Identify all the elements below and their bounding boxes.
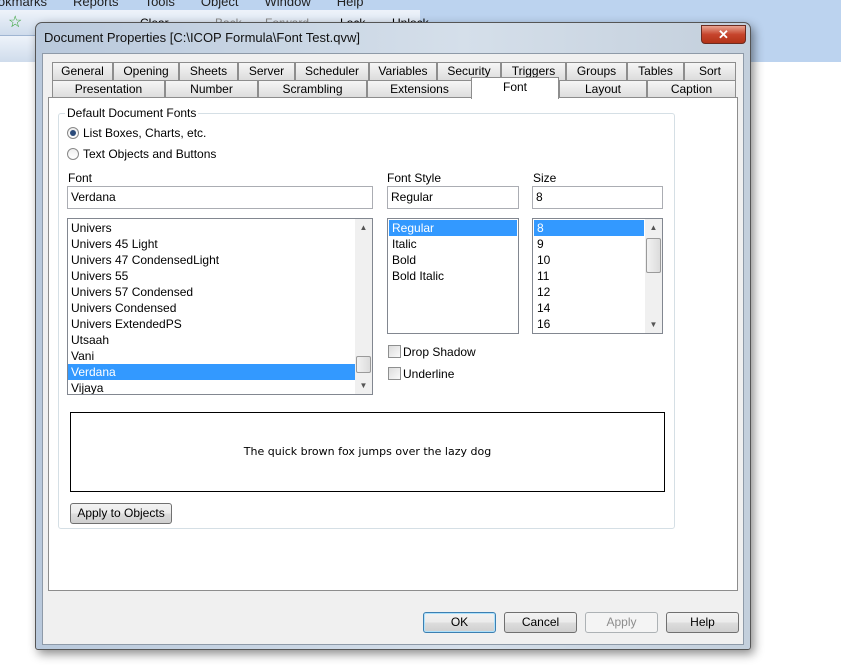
tab-opening[interactable]: Opening xyxy=(113,62,179,80)
star-icon[interactable]: ☆ xyxy=(8,12,22,32)
underline-checkbox[interactable] xyxy=(388,367,401,380)
tab-groups[interactable]: Groups xyxy=(566,62,627,80)
apply-to-objects-button[interactable]: Apply to Objects xyxy=(70,503,172,524)
font-item[interactable]: Univers 57 Condensed xyxy=(68,284,372,300)
radio-list-boxes-label[interactable]: List Boxes, Charts, etc. xyxy=(83,126,206,140)
font-item[interactable]: Univers Condensed xyxy=(68,300,372,316)
drop-shadow-checkbox[interactable] xyxy=(388,345,401,358)
ok-button[interactable]: OK xyxy=(423,612,496,633)
size-item[interactable]: 14 xyxy=(534,300,644,316)
tab-number[interactable]: Number xyxy=(165,80,258,98)
style-item[interactable]: Bold xyxy=(389,252,517,268)
font-style-label: Font Style xyxy=(387,171,442,185)
font-style-input[interactable]: Regular xyxy=(387,186,519,209)
dialog-title: Document Properties [C:\ICOP Formula\Fon… xyxy=(44,30,360,45)
scroll-down-icon[interactable]: ▼ xyxy=(355,377,372,394)
size-list[interactable]: 8 9 10 11 12 14 16 ▲ ▼ xyxy=(532,218,663,334)
scroll-thumb[interactable] xyxy=(356,356,371,373)
size-input[interactable]: 8 xyxy=(532,186,663,209)
tab-scheduler[interactable]: Scheduler xyxy=(295,62,369,80)
font-list[interactable]: Univers Univers 45 Light Univers 47 Cond… xyxy=(67,218,373,395)
underline-label[interactable]: Underline xyxy=(403,367,454,381)
font-item[interactable]: Univers ExtendedPS xyxy=(68,316,372,332)
size-label: Size xyxy=(533,171,557,185)
size-item[interactable]: 16 xyxy=(534,316,644,332)
tab-font[interactable]: Font xyxy=(471,77,559,99)
font-item[interactable]: Utsaah xyxy=(68,332,372,348)
font-style-list[interactable]: Regular Italic Bold Bold Italic xyxy=(387,218,519,334)
font-item[interactable]: Univers 45 Light xyxy=(68,236,372,252)
style-item[interactable]: Bold Italic xyxy=(389,268,517,284)
font-list-scrollbar[interactable]: ▲ ▼ xyxy=(355,219,372,394)
font-item[interactable]: Vani xyxy=(68,348,372,364)
font-item[interactable]: Univers xyxy=(68,220,372,236)
size-item[interactable]: 11 xyxy=(534,268,644,284)
tab-tables[interactable]: Tables xyxy=(627,62,684,80)
tab-extensions[interactable]: Extensions xyxy=(367,80,472,98)
tab-presentation[interactable]: Presentation xyxy=(52,80,165,98)
style-item[interactable]: Italic xyxy=(389,236,517,252)
font-item-selected[interactable]: Verdana xyxy=(68,364,355,380)
menu-help[interactable]: Help xyxy=(337,0,364,9)
font-preview: The quick brown fox jumps over the lazy … xyxy=(70,412,665,492)
menu-reports[interactable]: Reports xyxy=(73,0,119,9)
scroll-up-icon[interactable]: ▲ xyxy=(355,219,372,236)
font-item[interactable]: Univers 55 xyxy=(68,268,372,284)
font-input[interactable]: Verdana xyxy=(67,186,373,209)
size-item[interactable]: 12 xyxy=(534,284,644,300)
size-item[interactable]: 10 xyxy=(534,252,644,268)
close-icon: ✕ xyxy=(718,27,729,42)
cancel-button[interactable]: Cancel xyxy=(504,612,577,633)
style-item-selected[interactable]: Regular xyxy=(389,220,517,236)
tab-scrambling[interactable]: Scrambling xyxy=(258,80,367,98)
tab-sheets[interactable]: Sheets xyxy=(179,62,238,80)
tab-sort[interactable]: Sort xyxy=(684,62,736,80)
menu-object[interactable]: Object xyxy=(201,0,239,9)
apply-button[interactable]: Apply xyxy=(585,612,658,633)
size-list-scrollbar[interactable]: ▲ ▼ xyxy=(645,219,662,333)
tab-layout[interactable]: Layout xyxy=(559,80,647,98)
font-label: Font xyxy=(68,171,93,185)
app-menu-bar: Bookmarks Reports Tools Object Window Help xyxy=(0,0,390,9)
menu-bookmarks[interactable]: Bookmarks xyxy=(0,0,47,9)
scroll-thumb[interactable] xyxy=(646,238,661,273)
font-item[interactable]: Vijaya xyxy=(68,380,372,394)
group-label: Default Document Fonts xyxy=(65,106,199,120)
tab-variables[interactable]: Variables xyxy=(369,62,437,80)
font-item[interactable]: Univers 47 CondensedLight xyxy=(68,252,372,268)
scroll-down-icon[interactable]: ▼ xyxy=(645,316,662,333)
close-button[interactable]: ✕ xyxy=(701,25,746,44)
scroll-up-icon[interactable]: ▲ xyxy=(645,219,662,236)
radio-list-boxes[interactable] xyxy=(67,127,79,139)
menu-tools[interactable]: Tools xyxy=(145,0,175,9)
tab-server[interactable]: Server xyxy=(238,62,295,80)
drop-shadow-label[interactable]: Drop Shadow xyxy=(403,345,476,359)
help-button[interactable]: Help xyxy=(666,612,739,633)
size-item-selected[interactable]: 8 xyxy=(534,220,644,236)
menu-window[interactable]: Window xyxy=(265,0,311,9)
size-item[interactable]: 9 xyxy=(534,236,644,252)
tab-general[interactable]: General xyxy=(52,62,113,80)
tab-caption[interactable]: Caption xyxy=(647,80,736,98)
radio-text-objects[interactable] xyxy=(67,148,79,160)
radio-text-objects-label[interactable]: Text Objects and Buttons xyxy=(83,147,216,161)
